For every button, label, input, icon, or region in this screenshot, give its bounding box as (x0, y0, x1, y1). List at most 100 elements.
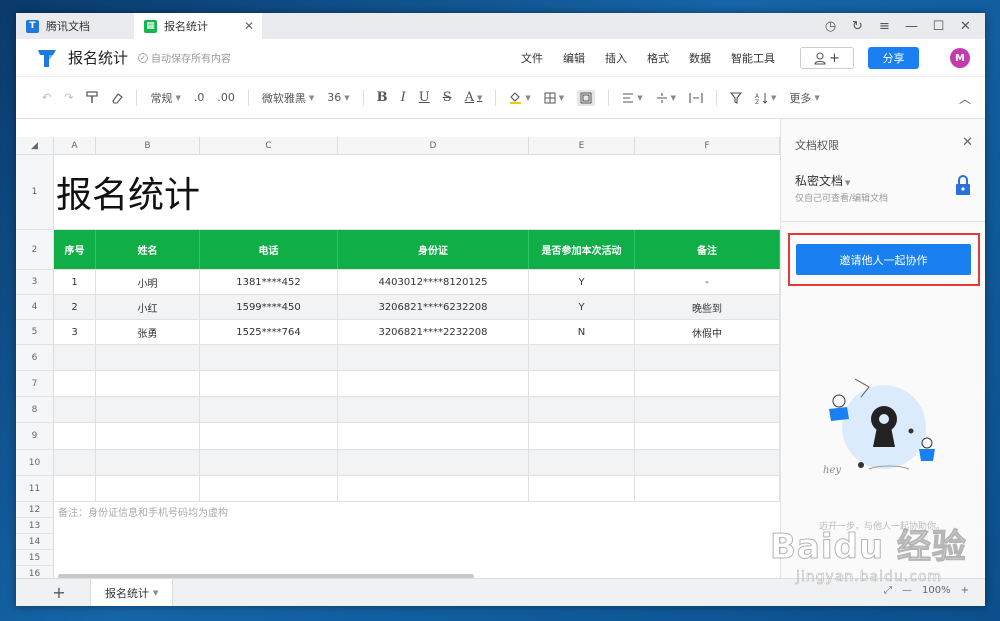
zoom-level[interactable]: 100% (922, 585, 951, 596)
collapse-toolbar-icon[interactable]: ︿ (959, 90, 971, 107)
refresh-icon[interactable]: ↻ (844, 19, 871, 34)
minimize-button[interactable]: — (898, 19, 925, 34)
table-cell[interactable] (96, 450, 200, 475)
spreadsheet-grid[interactable]: ◢ A B C D E F 1 2 3 4 5 6 7 8 9 10 11 12… (16, 119, 780, 578)
avatar[interactable]: M (950, 48, 970, 68)
table-cell[interactable] (338, 371, 529, 396)
table-cell[interactable] (529, 397, 635, 422)
header-cell[interactable]: 身份证 (338, 230, 529, 269)
history-icon[interactable]: ◷ (817, 19, 844, 34)
table-cell[interactable] (635, 345, 780, 370)
tencent-docs-logo-icon[interactable] (36, 47, 58, 69)
table-cell[interactable] (96, 397, 200, 422)
menu-data[interactable]: 数据 (689, 50, 711, 66)
add-sheet-button[interactable]: + (44, 583, 74, 602)
table-cell[interactable]: 4403012****8120125 (338, 270, 529, 294)
column-header-e[interactable]: E (529, 137, 635, 154)
table-cell[interactable]: Y (529, 295, 635, 319)
table-cell[interactable]: 小明 (96, 270, 200, 294)
table-cell[interactable] (96, 345, 200, 370)
sheet-tab[interactable]: 报名统计 ▼ (90, 578, 174, 606)
table-cell[interactable] (635, 371, 780, 396)
table-cell[interactable] (338, 476, 529, 501)
table-cell[interactable]: 3 (54, 320, 96, 344)
table-cell[interactable] (529, 345, 635, 370)
close-icon[interactable]: ✕ (962, 135, 973, 150)
decimal-increase-button[interactable]: .00 (217, 91, 235, 104)
more-button[interactable]: 更多 ▼ (789, 90, 819, 106)
table-cell[interactable] (54, 450, 96, 475)
table-cell[interactable]: 晚些到 (635, 295, 780, 319)
header-cell[interactable]: 序号 (54, 230, 96, 269)
table-cell[interactable] (96, 371, 200, 396)
sort-button[interactable]: AZ ▼ (755, 92, 776, 104)
zoom-in-button[interactable]: + (961, 585, 969, 596)
merge-cells-button[interactable] (577, 89, 596, 106)
header-cell[interactable]: 电话 (200, 230, 338, 269)
table-cell[interactable] (529, 423, 635, 449)
font-size-select[interactable]: 36 ▼ (327, 91, 349, 104)
table-cell[interactable] (200, 450, 338, 475)
table-cell[interactable]: 3206821****6232208 (338, 295, 529, 319)
menu-edit[interactable]: 编辑 (563, 50, 585, 66)
bold-button[interactable]: B (377, 90, 388, 105)
column-header-a[interactable]: A (54, 137, 96, 154)
table-cell[interactable] (54, 476, 96, 501)
table-cell[interactable] (200, 423, 338, 449)
vertical-align-button[interactable]: ▼ (656, 92, 676, 104)
add-collaborator-button[interactable]: + (800, 47, 854, 69)
header-cell[interactable]: 是否参加本次活动 (529, 230, 635, 269)
select-all-corner[interactable]: ◢ (16, 137, 54, 154)
row-header[interactable]: 6 (16, 345, 54, 371)
clear-format-icon[interactable] (111, 92, 124, 104)
table-cell[interactable]: - (635, 270, 780, 294)
tab-sheet[interactable]: ▦ 报名统计 ✕ (134, 13, 262, 39)
table-cell[interactable] (338, 345, 529, 370)
italic-button[interactable]: I (401, 90, 406, 105)
table-cell[interactable] (635, 476, 780, 501)
row-header[interactable]: 4 (16, 295, 54, 320)
menu-format[interactable]: 格式 (647, 50, 669, 66)
table-cell[interactable] (338, 450, 529, 475)
zoom-out-button[interactable]: — (902, 585, 912, 596)
row-header[interactable]: 5 (16, 320, 54, 345)
header-cell[interactable]: 备注 (635, 230, 780, 269)
row-header[interactable]: 9 (16, 423, 54, 450)
font-family-select[interactable]: 微软雅黑 ▼ (262, 90, 314, 106)
table-cell[interactable] (54, 371, 96, 396)
row-header[interactable]: 13 (16, 518, 54, 534)
invite-collaborate-button[interactable]: 邀请他人一起协作 (796, 244, 971, 275)
row-header[interactable]: 15 (16, 550, 54, 566)
row-header[interactable]: 16 (16, 566, 54, 578)
row-header[interactable]: 12 (16, 502, 54, 518)
table-cell[interactable] (96, 423, 200, 449)
number-format-select[interactable]: 常规 ▼ (150, 90, 180, 106)
row-header[interactable]: 14 (16, 534, 54, 550)
table-cell[interactable] (529, 450, 635, 475)
column-header-f[interactable]: F (635, 137, 780, 154)
doc-title[interactable]: 报名统计 (68, 47, 128, 68)
table-cell[interactable]: 1525****764 (200, 320, 338, 344)
table-cell[interactable] (200, 476, 338, 501)
table-cell[interactable] (635, 397, 780, 422)
table-cell[interactable] (200, 371, 338, 396)
table-cell[interactable] (200, 345, 338, 370)
sheet-note[interactable]: 备注：身份证信息和手机号码均为虚构 (58, 504, 228, 519)
table-cell[interactable]: 2 (54, 295, 96, 319)
menu-insert[interactable]: 插入 (605, 50, 627, 66)
table-cell[interactable] (635, 423, 780, 449)
filter-button[interactable] (729, 91, 742, 104)
fill-color-button[interactable]: ▼ (509, 91, 531, 104)
table-cell[interactable] (529, 476, 635, 501)
format-painter-icon[interactable] (86, 91, 99, 104)
row-header[interactable]: 7 (16, 371, 54, 397)
header-cell[interactable]: 姓名 (96, 230, 200, 269)
table-cell[interactable]: 3206821****2232208 (338, 320, 529, 344)
table-cell[interactable] (54, 345, 96, 370)
maximize-button[interactable]: ☐ (925, 19, 952, 34)
column-header-c[interactable]: C (200, 137, 338, 154)
menu-file[interactable]: 文件 (521, 50, 543, 66)
share-button[interactable]: 分享 (868, 47, 919, 69)
border-button[interactable]: ▼ (544, 92, 564, 104)
row-header[interactable]: 1 (16, 155, 54, 230)
